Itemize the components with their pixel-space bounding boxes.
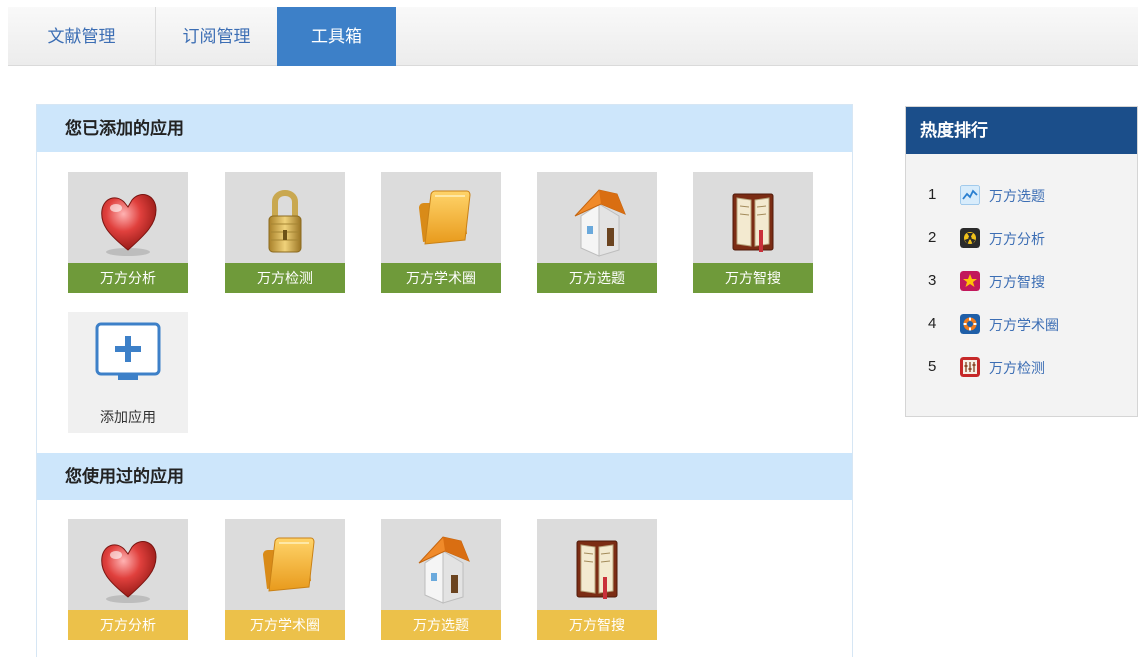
ranking-number: 4	[928, 315, 937, 332]
ranking-item[interactable]: 3 万方智搜	[906, 269, 1137, 293]
ranking-label: 万方分析	[989, 231, 1045, 247]
used-apps-heading: 您使用过的应用	[37, 453, 852, 500]
ranking-label: 万方选题	[989, 188, 1045, 204]
ranking-number: 5	[928, 358, 937, 375]
added-app-wanfang-topic-selection[interactable]: 万方选题	[537, 172, 657, 293]
app-label: 万方选题	[381, 610, 501, 640]
tab-subscription-management[interactable]: 订阅管理	[156, 7, 277, 66]
house-icon	[381, 519, 501, 610]
ranking-number: 2	[928, 229, 937, 246]
heart-icon	[68, 172, 188, 263]
used-app-wanfang-smart-search[interactable]: 万方智搜	[537, 519, 657, 640]
heart-icon	[68, 519, 188, 610]
used-app-wanfang-analysis[interactable]: 万方分析	[68, 519, 188, 640]
radiation-icon	[960, 228, 980, 248]
book-icon	[693, 172, 813, 263]
book-icon	[537, 519, 657, 610]
add-app-button[interactable]: 添加应用	[68, 312, 188, 433]
ranking-number: 3	[928, 272, 937, 289]
app-label: 万方检测	[225, 263, 345, 293]
ranking-item[interactable]: 1 万方选题	[906, 183, 1137, 207]
app-label: 万方智搜	[537, 610, 657, 640]
app-label: 万方学术圈	[381, 263, 501, 293]
add-monitor-icon	[95, 322, 161, 380]
used-app-wanfang-academic-circle[interactable]: 万方学术圈	[225, 519, 345, 640]
folder-icon	[225, 519, 345, 610]
ranking-number: 1	[928, 186, 937, 203]
tab-literature-management[interactable]: 文献管理	[8, 7, 156, 66]
added-app-wanfang-detection[interactable]: 万方检测	[225, 172, 345, 293]
trend-chart-icon	[960, 185, 980, 205]
apps-panel: 您已添加的应用 万方分析 万方检测 万方学术圈 万方选题 万方智搜 添加应用 您…	[36, 104, 853, 657]
ranking-item[interactable]: 5 万方检测	[906, 355, 1137, 379]
app-label: 万方选题	[537, 263, 657, 293]
padlock-icon	[225, 172, 345, 263]
used-app-wanfang-topic-selection[interactable]: 万方选题	[381, 519, 501, 640]
app-label: 万方智搜	[693, 263, 813, 293]
app-label: 万方分析	[68, 263, 188, 293]
ranking-item[interactable]: 4 万方学术圈	[906, 312, 1137, 336]
added-apps-heading: 您已添加的应用	[37, 105, 852, 152]
ranking-item[interactable]: 2 万方分析	[906, 226, 1137, 250]
added-app-wanfang-smart-search[interactable]: 万方智搜	[693, 172, 813, 293]
popularity-ranking: 热度排行 1 万方选题 2 万方分析 3 万方智搜 4 万方学术圈 5 万方检测	[905, 106, 1138, 417]
added-app-wanfang-analysis[interactable]: 万方分析	[68, 172, 188, 293]
meter-icon	[960, 357, 980, 377]
ranking-label: 万方学术圈	[989, 317, 1059, 333]
star-icon	[960, 271, 980, 291]
lifebuoy-icon	[960, 314, 980, 334]
add-app-label: 添加应用	[100, 409, 156, 425]
added-app-wanfang-academic-circle[interactable]: 万方学术圈	[381, 172, 501, 293]
tab-toolbox[interactable]: 工具箱	[277, 7, 396, 66]
ranking-label: 万方检测	[989, 360, 1045, 376]
app-label: 万方分析	[68, 610, 188, 640]
ranking-title: 热度排行	[906, 107, 1137, 154]
ranking-label: 万方智搜	[989, 274, 1045, 290]
house-icon	[537, 172, 657, 263]
folder-icon	[381, 172, 501, 263]
top-tab-bar: 文献管理 订阅管理 工具箱	[8, 7, 1138, 66]
app-label: 万方学术圈	[225, 610, 345, 640]
